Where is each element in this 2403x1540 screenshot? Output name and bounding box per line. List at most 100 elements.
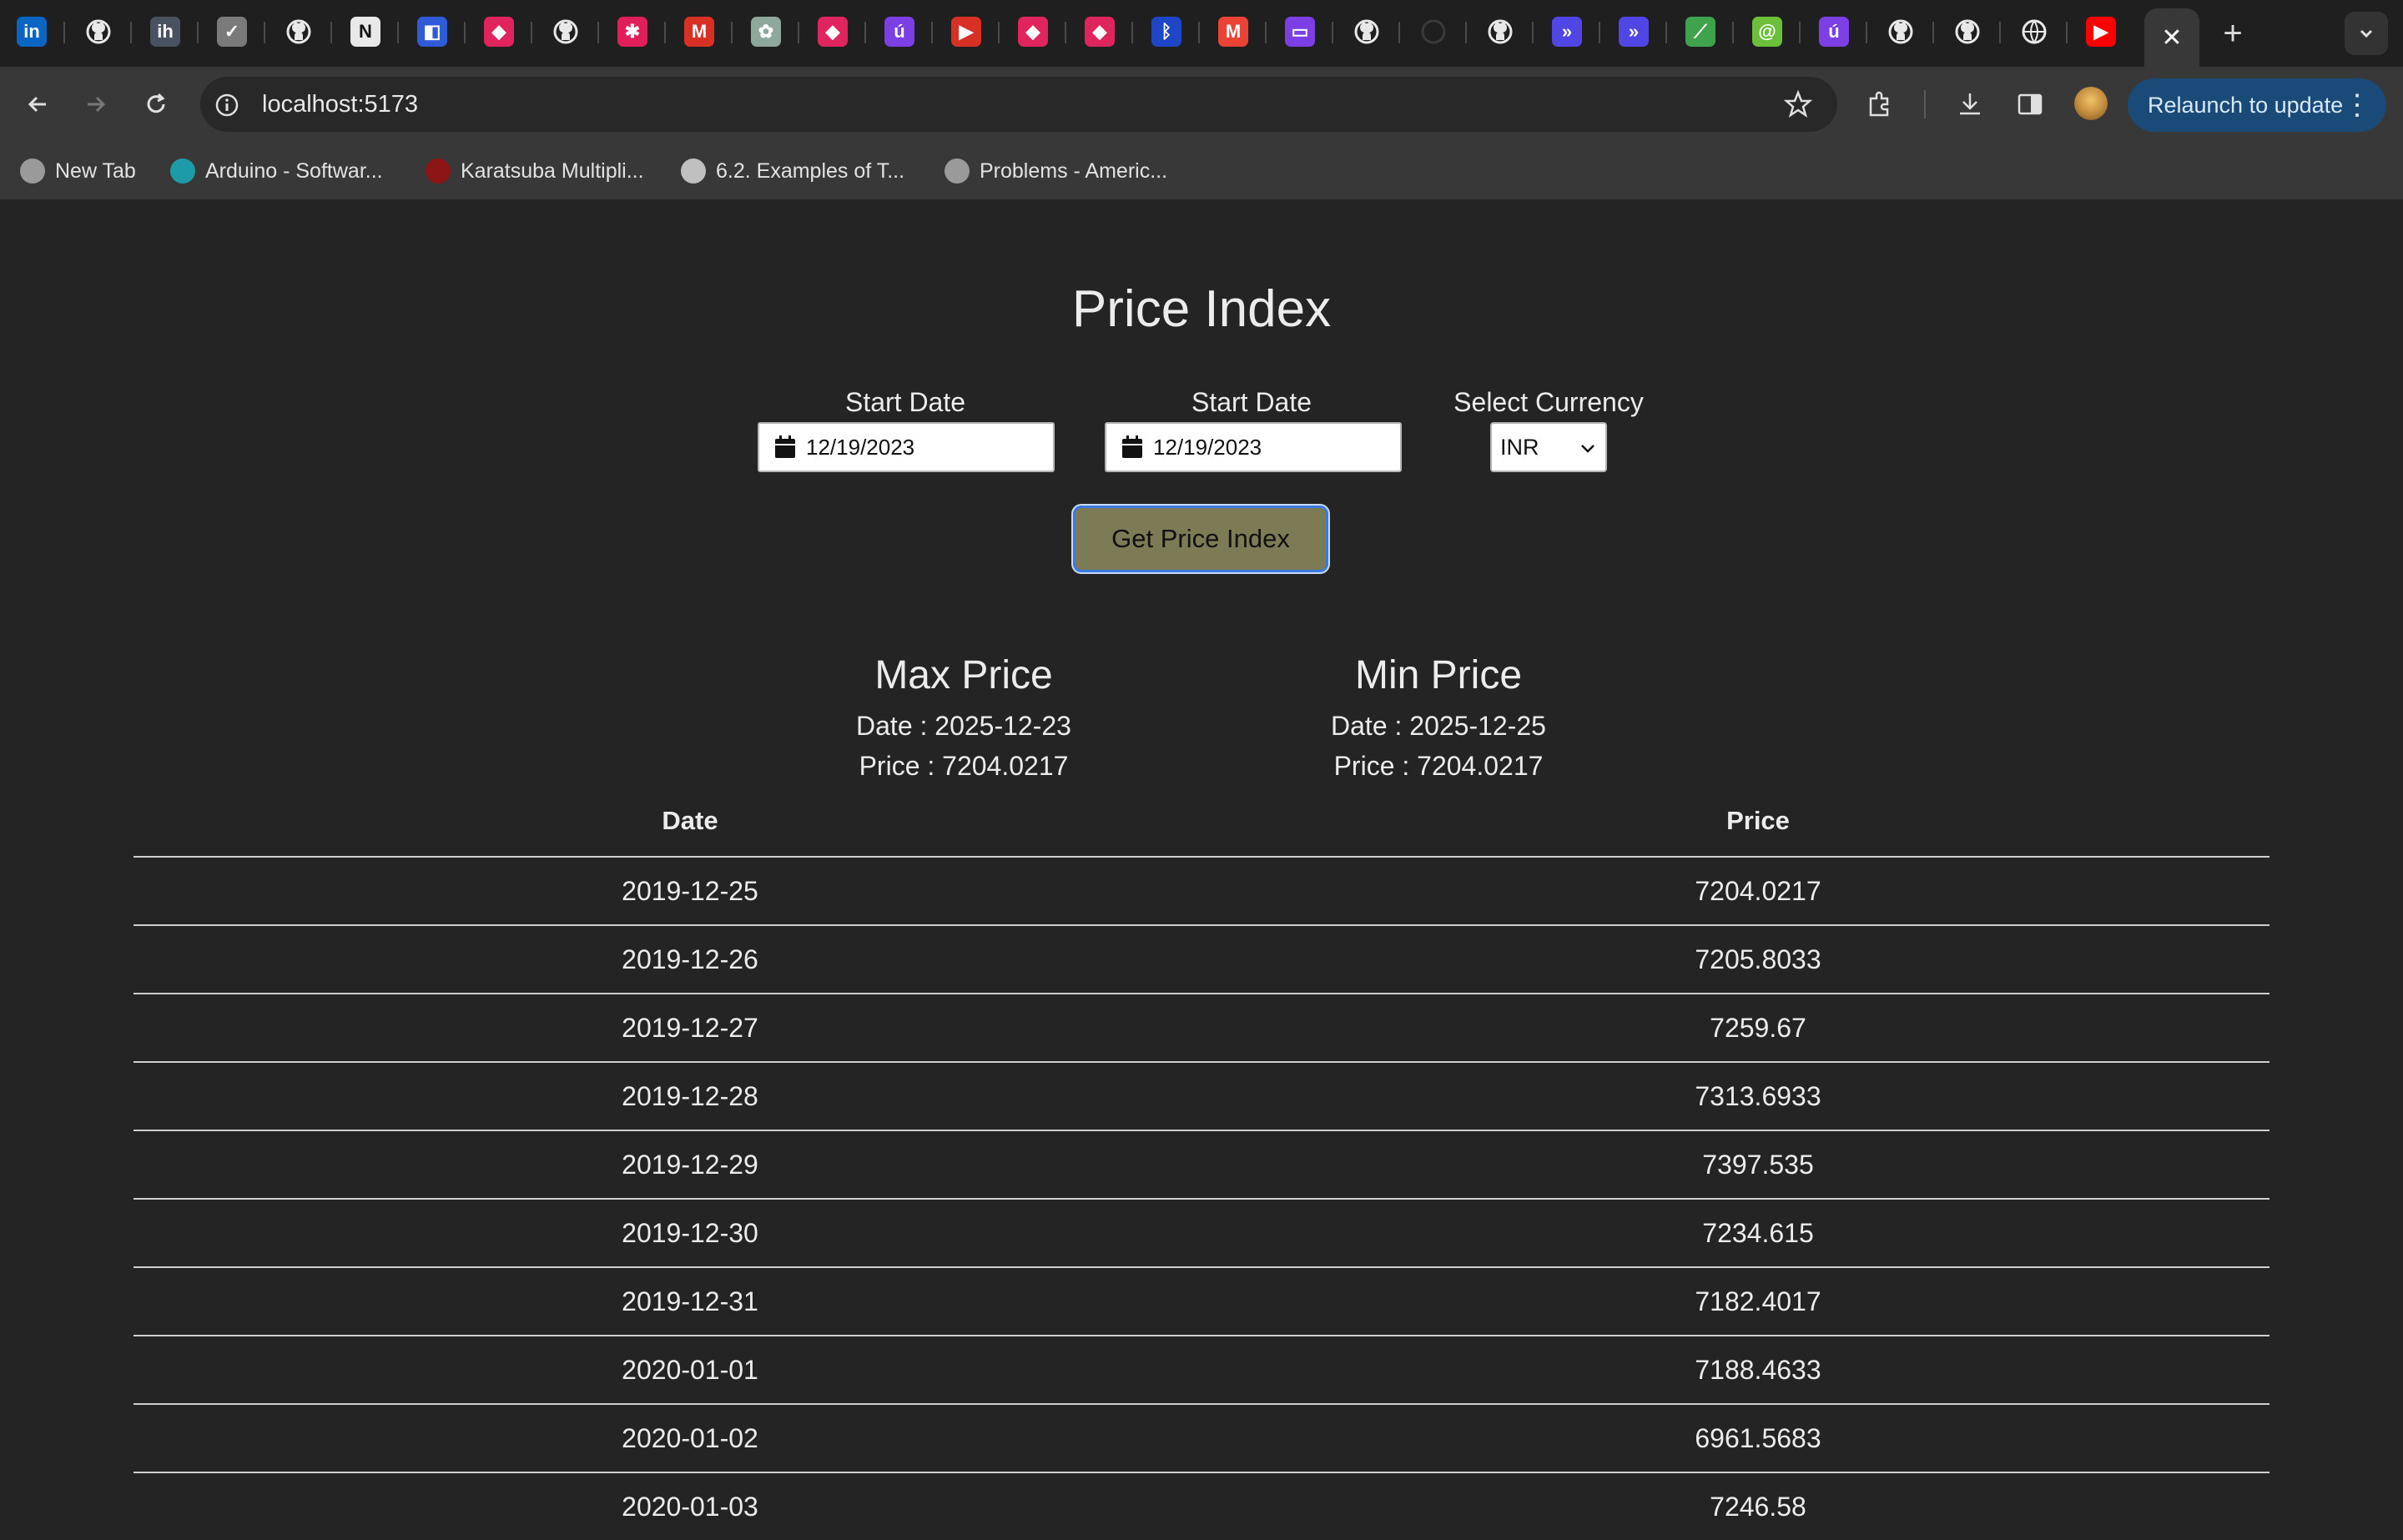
pink-cube-icon[interactable]: ◆ bbox=[1085, 17, 1115, 47]
start-date-input[interactable]: 12/19/2023 bbox=[758, 422, 1055, 472]
m-logo-icon[interactable]: M bbox=[684, 17, 714, 47]
pink-cube-icon[interactable]: ◆ bbox=[818, 17, 848, 47]
pink-cube-icon[interactable]: ◆ bbox=[1018, 17, 1048, 47]
page-title: Price Index bbox=[1071, 280, 1332, 338]
globe-icon bbox=[945, 159, 970, 184]
stanford-icon bbox=[426, 159, 451, 184]
bookmark-item[interactable]: Karatsuba Multipli... bbox=[426, 155, 644, 187]
tab-separator bbox=[664, 22, 666, 43]
close-tab-icon[interactable]: ✕ bbox=[2161, 23, 2182, 53]
back-button[interactable] bbox=[18, 85, 57, 123]
bookmark-item[interactable]: New Tab bbox=[20, 155, 136, 187]
github-icon[interactable] bbox=[284, 17, 314, 47]
active-tab[interactable]: ✕ bbox=[2144, 8, 2199, 67]
get-price-index-button[interactable]: Get Price Index bbox=[1073, 506, 1328, 572]
download-icon[interactable] bbox=[1951, 85, 1989, 123]
min-price-date: Date : 2025-12-25 bbox=[1331, 711, 1546, 741]
relaunch-to-update-button[interactable]: Relaunch to update ⋮ bbox=[2128, 78, 2386, 132]
tab-separator bbox=[931, 22, 933, 43]
leaf-icon[interactable]: ⟋ bbox=[1685, 17, 1715, 47]
linkedin-icon[interactable]: in bbox=[17, 17, 47, 47]
table-row: 2020-01-02 6961.5683 bbox=[134, 1403, 2270, 1472]
tab-separator bbox=[1599, 22, 1600, 43]
chevron-down-icon bbox=[2360, 29, 2373, 38]
github-icon[interactable] bbox=[1886, 17, 1916, 47]
back-arrow-icon bbox=[28, 96, 46, 113]
bookmark-item[interactable]: Problems - Americ... bbox=[945, 155, 1167, 187]
end-date-value: 12/19/2023 bbox=[1153, 434, 1262, 460]
end-date-input[interactable]: 12/19/2023 bbox=[1105, 422, 1402, 472]
tab-separator bbox=[1198, 22, 1200, 43]
tab-separator bbox=[330, 22, 332, 43]
gmail-icon[interactable]: M bbox=[1218, 17, 1248, 47]
bookmark-label: New Tab bbox=[55, 159, 136, 183]
green-circle-icon[interactable]: @ bbox=[1752, 17, 1782, 47]
bookmark-item[interactable]: Arduino - Softwar... bbox=[170, 155, 383, 187]
tab-separator bbox=[1799, 22, 1801, 43]
currency-select[interactable]: INR bbox=[1490, 422, 1607, 472]
table-row: 2019-12-25 7204.0217 bbox=[134, 856, 2270, 924]
u-logo-icon[interactable]: ú bbox=[1819, 17, 1849, 47]
blue-squares-icon[interactable]: ◧ bbox=[417, 17, 447, 47]
tab-separator bbox=[264, 22, 265, 43]
table-header-price: Price bbox=[1726, 806, 1790, 835]
tab-separator bbox=[464, 22, 466, 43]
globe-icon bbox=[20, 159, 45, 184]
tab-separator bbox=[1131, 22, 1133, 43]
reload-icon bbox=[147, 93, 165, 113]
address-bar[interactable] bbox=[200, 77, 1837, 132]
price-cell: 7397.535 bbox=[1702, 1150, 1814, 1180]
tab-separator bbox=[1465, 22, 1467, 43]
checkmark-icon[interactable]: ✓ bbox=[217, 17, 247, 47]
date-cell: 2019-12-28 bbox=[622, 1081, 758, 1111]
price-cell: 7205.8033 bbox=[1695, 944, 1821, 974]
loading-icon[interactable] bbox=[1418, 17, 1448, 47]
doc-icon bbox=[681, 159, 706, 184]
chevrons-icon[interactable]: » bbox=[1619, 17, 1649, 47]
youtube-icon[interactable]: ▶ bbox=[2086, 17, 2116, 47]
date-cell: 2020-01-03 bbox=[622, 1492, 758, 1522]
slack-icon[interactable]: ✱ bbox=[617, 17, 647, 47]
tab-separator bbox=[597, 22, 599, 43]
url-text[interactable]: localhost:5173 bbox=[262, 88, 418, 120]
chevrons-icon[interactable]: » bbox=[1552, 17, 1582, 47]
date-cell: 2019-12-27 bbox=[622, 1013, 758, 1043]
u-logo-icon[interactable]: ú bbox=[884, 17, 914, 47]
globe-icon[interactable] bbox=[2019, 17, 2049, 47]
github-icon[interactable] bbox=[551, 17, 581, 47]
forward-button[interactable] bbox=[77, 85, 115, 123]
chatgpt-icon[interactable]: ✿ bbox=[751, 17, 781, 47]
pink-cube-icon[interactable]: ◆ bbox=[484, 17, 514, 47]
table-row: 2019-12-31 7182.4017 bbox=[134, 1266, 2270, 1335]
bookmark-item[interactable]: 6.2. Examples of T... bbox=[681, 155, 904, 187]
github-icon[interactable] bbox=[1352, 17, 1382, 47]
more-menu-icon[interactable]: ⋮ bbox=[2343, 90, 2371, 120]
flag-icon[interactable]: ▶ bbox=[951, 17, 981, 47]
new-tab-button[interactable]: + bbox=[2214, 15, 2251, 52]
bookmark-star-icon[interactable] bbox=[1779, 85, 1817, 123]
tab-separator bbox=[397, 22, 399, 43]
price-cell: 7234.615 bbox=[1702, 1218, 1814, 1248]
bluetooth-icon[interactable]: ᛒ bbox=[1151, 17, 1181, 47]
notion-icon[interactable]: N bbox=[350, 17, 380, 47]
site-info-icon[interactable] bbox=[212, 90, 242, 120]
reload-button[interactable] bbox=[137, 85, 175, 123]
table-row: 2019-12-26 7205.8033 bbox=[134, 924, 2270, 993]
date-cell: 2019-12-25 bbox=[622, 876, 758, 906]
ih-icon[interactable]: ih bbox=[150, 17, 180, 47]
tab-separator bbox=[531, 22, 532, 43]
calendar-icon bbox=[775, 435, 795, 458]
tab-separator bbox=[1732, 22, 1734, 43]
table-row: 2019-12-29 7397.535 bbox=[134, 1130, 2270, 1198]
tab-search-button[interactable] bbox=[2345, 12, 2388, 55]
extensions-icon[interactable] bbox=[1861, 85, 1899, 123]
github-icon[interactable] bbox=[1952, 17, 1982, 47]
tab-strip: in ih ✓ N ◧ ◆ ✱ M ✿ ◆ ú ▶ ◆ ◆ ᛒ M ▭ » » ⟋ @ ú ▶ ✕ + bbox=[0, 0, 2403, 67]
monitor-icon[interactable]: ▭ bbox=[1285, 17, 1315, 47]
date-cell: 2020-01-02 bbox=[622, 1423, 758, 1453]
github-icon[interactable] bbox=[1485, 17, 1515, 47]
profile-avatar[interactable] bbox=[2074, 87, 2108, 120]
github-icon[interactable] bbox=[83, 17, 113, 47]
side-panel-icon[interactable] bbox=[2011, 85, 2049, 123]
date-cell: 2020-01-01 bbox=[622, 1355, 758, 1385]
